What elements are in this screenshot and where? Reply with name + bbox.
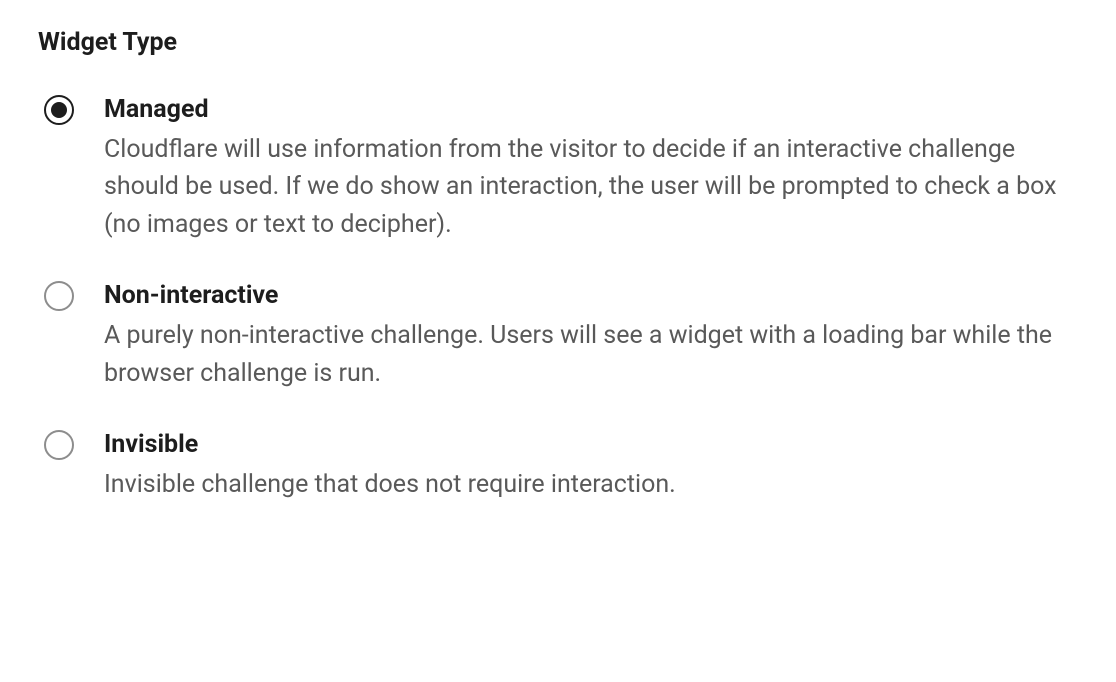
radio-circle-icon [44, 95, 74, 125]
radio-label-invisible: Invisible [104, 428, 1074, 462]
radio-content: Non-interactive A purely non-interactive… [104, 279, 1074, 392]
widget-type-radio-group: Managed Cloudflare will use information … [38, 93, 1078, 503]
radio-label-non-interactive: Non-interactive [104, 279, 1074, 313]
radio-option-non-interactive[interactable]: Non-interactive A purely non-interactive… [44, 279, 1078, 392]
radio-option-managed[interactable]: Managed Cloudflare will use information … [44, 93, 1078, 243]
radio-label-managed: Managed [104, 93, 1074, 127]
radio-content: Managed Cloudflare will use information … [104, 93, 1074, 243]
radio-description-managed: Cloudflare will use information from the… [104, 131, 1074, 244]
radio-description-invisible: Invisible challenge that does not requir… [104, 466, 1074, 504]
widget-type-section: Widget Type Managed Cloudflare will use … [0, 0, 1116, 531]
radio-circle-icon [44, 281, 74, 311]
section-title: Widget Type [38, 28, 1078, 57]
radio-description-non-interactive: A purely non-interactive challenge. User… [104, 317, 1074, 392]
radio-option-invisible[interactable]: Invisible Invisible challenge that does … [44, 428, 1078, 503]
radio-circle-icon [44, 430, 74, 460]
radio-content: Invisible Invisible challenge that does … [104, 428, 1074, 503]
